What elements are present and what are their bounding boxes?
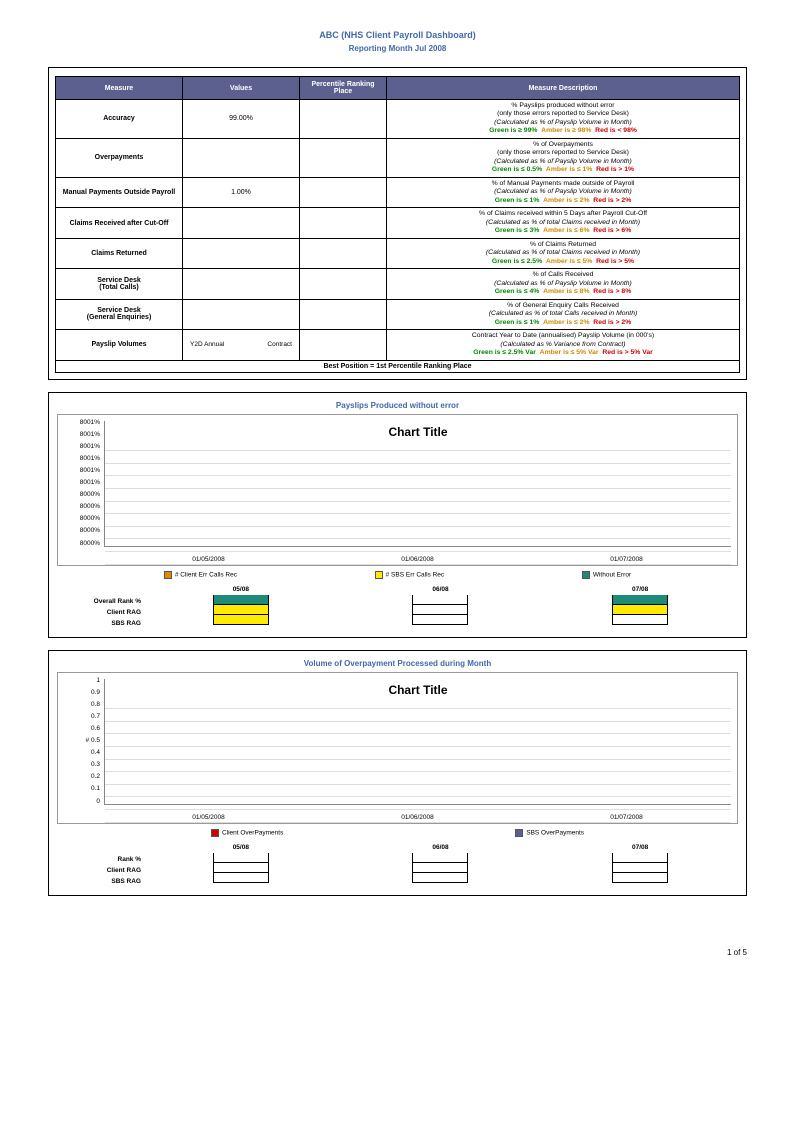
- measures-panel: Measure Values Percentile Ranking Place …: [48, 67, 747, 380]
- table-row: Accuracy99.00%% Payslips produced withou…: [56, 100, 740, 139]
- table-row: Claims Returned% of Claims Returned(Calc…: [56, 238, 740, 268]
- table-row: Manual Payments Outside Payroll1.00%% of…: [56, 177, 740, 207]
- chart2-inner-title: Chart Title: [105, 679, 731, 697]
- best-position-note: Best Position = 1st Percentile Ranking P…: [55, 361, 740, 373]
- chart1-plot: 8001%8001%8001%8001%8001%8001%8000%8000%…: [57, 414, 738, 566]
- chart1-panel: Payslips Produced without error 8001%800…: [48, 392, 747, 638]
- table-row: Service Desk (Total Calls)% of Calls Rec…: [56, 269, 740, 299]
- col-description: Measure Description: [387, 77, 740, 100]
- chart2-title: Volume of Overpayment Processed during M…: [55, 659, 740, 668]
- table-row: Overpayments% of Overpayments(only those…: [56, 138, 740, 177]
- measures-table: Measure Values Percentile Ranking Place …: [55, 76, 740, 361]
- chart1-inner-title: Chart Title: [105, 421, 731, 439]
- col-values: Values: [183, 77, 300, 100]
- chart2-rag: Rank %Client RAGSBS RAG 05/0806/0807/08: [55, 840, 740, 889]
- chart1-rag: Overall Rank %Client RAGSBS RAG 05/0806/…: [55, 582, 740, 631]
- page-footer: 1 of 5: [0, 918, 795, 957]
- chart1-title: Payslips Produced without error: [55, 401, 740, 410]
- col-measure: Measure: [56, 77, 183, 100]
- chart2-legend: Client OverPaymentsSBS OverPayments: [55, 826, 740, 840]
- table-row: Payslip VolumesY2D AnnualContractContrac…: [56, 330, 740, 360]
- table-row: Claims Received after Cut-Off% of Claims…: [56, 208, 740, 238]
- chart2-plot: 10.90.80.70.6# 0.50.40.30.20.10 Chart Ti…: [57, 672, 738, 824]
- chart1-legend: # Client Err Calls Rec# SBS Err Calls Re…: [55, 568, 740, 582]
- page-title: ABC (NHS Client Payroll Dashboard): [48, 30, 747, 40]
- col-percentile: Percentile Ranking Place: [300, 77, 387, 100]
- chart2-panel: Volume of Overpayment Processed during M…: [48, 650, 747, 896]
- page-subtitle: Reporting Month Jul 2008: [48, 44, 747, 53]
- table-row: Service Desk (General Enquiries)% of Gen…: [56, 299, 740, 329]
